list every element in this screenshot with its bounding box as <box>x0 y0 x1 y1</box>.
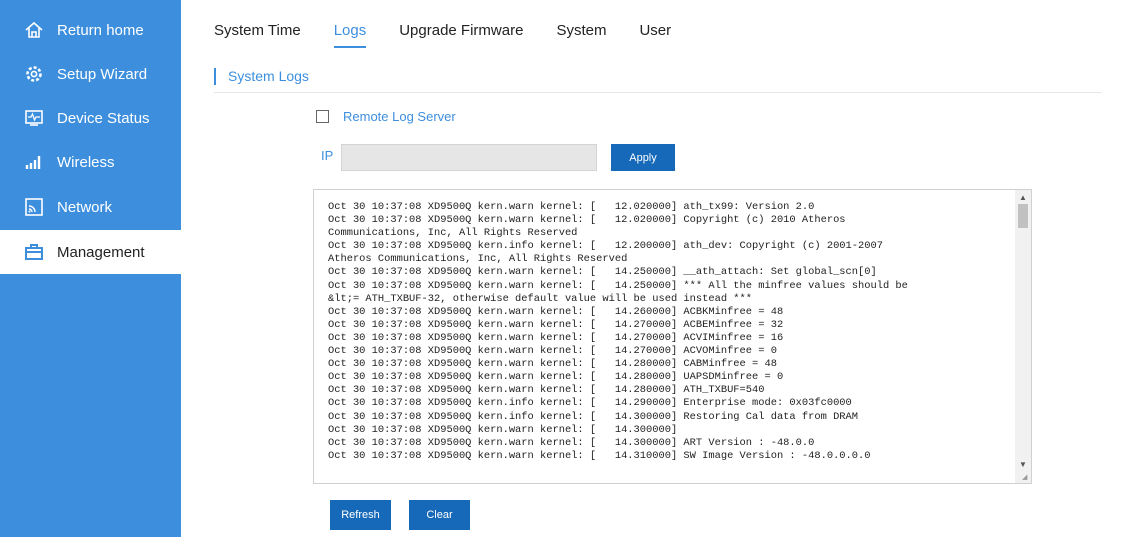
sidebar-item-setup-wizard[interactable]: Setup Wizard <box>0 52 181 96</box>
log-scrollbar[interactable]: ▲ ▼ <box>1015 190 1031 483</box>
briefcase-icon <box>23 241 45 263</box>
tab-system-time[interactable]: System Time <box>214 22 301 48</box>
sidebar-item-label: Management <box>57 243 145 261</box>
remote-log-server-checkbox[interactable]: Remote Log Server <box>316 109 456 124</box>
tab-logs[interactable]: Logs <box>333 22 367 48</box>
sidebar-item-label: Device Status <box>57 109 150 127</box>
top-tabs: System Time Logs Upgrade Firmware System… <box>214 22 704 48</box>
ip-label: IP <box>321 148 334 163</box>
scroll-down-icon[interactable]: ▼ <box>1015 457 1031 471</box>
sidebar: Return home Setup Wizard Device Status W… <box>0 0 181 537</box>
section-header: System Logs <box>214 66 1102 93</box>
resize-grip-icon[interactable]: ◢ <box>1022 474 1030 482</box>
sidebar-item-label: Setup Wizard <box>57 65 148 83</box>
checkbox-box[interactable] <box>316 110 329 123</box>
sidebar-item-label: Network <box>57 198 113 216</box>
section-title: System Logs <box>228 68 309 84</box>
sidebar-item-management[interactable]: Management <box>0 230 181 274</box>
ip-input[interactable] <box>341 144 597 171</box>
scroll-thumb[interactable] <box>1018 204 1028 228</box>
sidebar-item-label: Wireless <box>57 153 115 171</box>
clear-button[interactable]: Clear <box>409 500 470 530</box>
remote-log-server-label: Remote Log Server <box>343 109 456 124</box>
tab-user[interactable]: User <box>639 22 671 48</box>
monitor-pulse-icon <box>23 107 45 129</box>
sidebar-item-wireless[interactable]: Wireless <box>0 140 181 184</box>
refresh-button[interactable]: Refresh <box>330 500 391 530</box>
network-icon <box>23 196 45 218</box>
section-accent-bar <box>214 68 216 85</box>
apply-button[interactable]: Apply <box>611 144 675 171</box>
sidebar-item-network[interactable]: Network <box>0 185 181 229</box>
wizard-gear-icon <box>23 63 45 85</box>
sidebar-item-label: Return home <box>57 21 144 39</box>
sidebar-item-device-status[interactable]: Device Status <box>0 96 181 140</box>
scroll-up-icon[interactable]: ▲ <box>1015 190 1031 204</box>
tab-upgrade-firmware[interactable]: Upgrade Firmware <box>399 22 523 48</box>
tab-system[interactable]: System <box>556 22 606 48</box>
log-textarea[interactable]: Oct 30 10:37:08 XD9500Q kern.warn kernel… <box>313 189 1032 484</box>
sidebar-item-return-home[interactable]: Return home <box>0 8 181 52</box>
home-icon <box>23 19 45 41</box>
signal-bars-icon <box>23 151 45 173</box>
log-content: Oct 30 10:37:08 XD9500Q kern.warn kernel… <box>328 201 908 462</box>
